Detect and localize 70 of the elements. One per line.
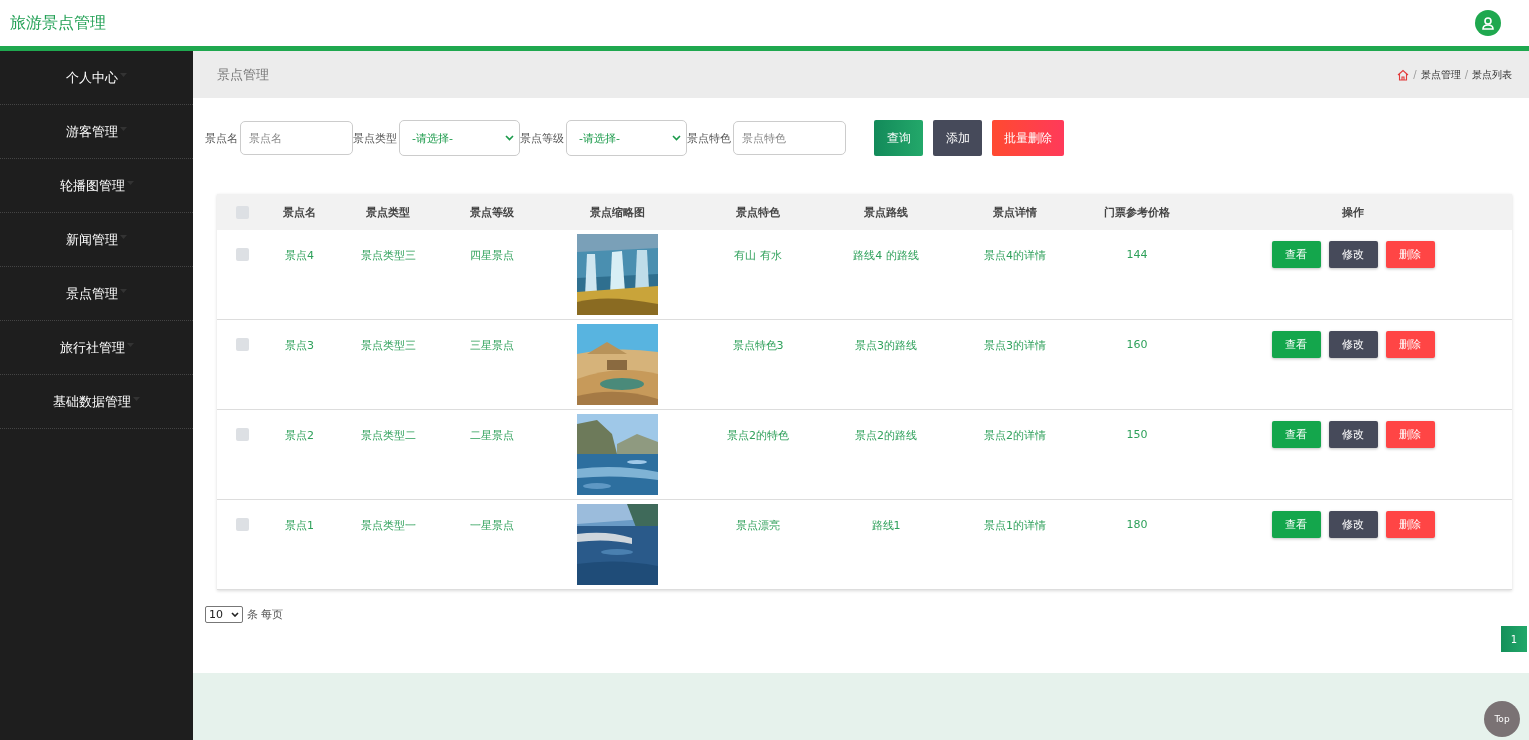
table-cell: 景点特色3 bbox=[732, 338, 784, 353]
column-header: 门票参考价格 bbox=[1104, 204, 1170, 220]
table-cell: 景点2 bbox=[285, 428, 314, 443]
page-size-select[interactable]: 10 bbox=[205, 606, 243, 623]
app-title: 旅游景点管理 bbox=[10, 12, 106, 34]
table-cell: 景点类型二 bbox=[360, 428, 416, 443]
column-header: 景点详情 bbox=[993, 204, 1037, 220]
breadcrumb-link[interactable]: 景点列表 bbox=[1472, 67, 1512, 82]
edit-button[interactable]: 修改 bbox=[1328, 331, 1378, 358]
column-header: 景点类型 bbox=[366, 204, 410, 220]
filter-label: 景点名 bbox=[205, 130, 238, 146]
column-header: 景点等级 bbox=[470, 204, 514, 220]
table-cell: 景点2的详情 bbox=[984, 428, 1046, 443]
home-icon[interactable] bbox=[1397, 68, 1410, 81]
table-cell: 景点2的特色 bbox=[727, 428, 789, 443]
search-button[interactable]: 查询 bbox=[874, 120, 923, 156]
row-checkbox[interactable] bbox=[235, 428, 249, 441]
row-checkbox[interactable] bbox=[235, 338, 249, 351]
back-to-top-button[interactable]: Top bbox=[1484, 701, 1520, 737]
breadcrumb-separator: / bbox=[1464, 69, 1468, 80]
table-cell: 路线4 的路线 bbox=[853, 248, 919, 263]
page-title: 景点管理 bbox=[217, 65, 269, 84]
table-cell: 景点4的详情 bbox=[984, 248, 1046, 263]
table-cell: 景点类型三 bbox=[360, 338, 416, 353]
filter-label: 景点等级 bbox=[520, 130, 564, 146]
row-checkbox[interactable] bbox=[235, 248, 249, 261]
table-cell: 景点3 bbox=[285, 338, 314, 353]
column-header: 景点缩略图 bbox=[589, 204, 645, 220]
filter-label: 景点类型 bbox=[353, 130, 397, 146]
table-cell: 景点漂亮 bbox=[736, 518, 780, 533]
chevron-down-icon bbox=[505, 135, 514, 141]
table-cell: 150 bbox=[1126, 428, 1148, 441]
table-cell: 景点类型一 bbox=[360, 518, 416, 533]
column-header: 景点特色 bbox=[736, 204, 780, 220]
table-cell: 一星景点 bbox=[470, 518, 514, 533]
table-cell: 路线1 bbox=[871, 518, 901, 533]
page-size-label: 条 每页 bbox=[247, 607, 284, 622]
table-cell: 景点3的详情 bbox=[984, 338, 1046, 353]
table-cell: 景点1的详情 bbox=[984, 518, 1046, 533]
user-avatar-icon[interactable] bbox=[1475, 10, 1501, 36]
table-cell: 有山 有水 bbox=[734, 248, 782, 263]
table-cell: 四星景点 bbox=[470, 248, 514, 263]
filter-label: 景点特色 bbox=[687, 130, 731, 146]
table-cell: 景点2的路线 bbox=[855, 428, 917, 443]
page-button[interactable]: 1 bbox=[1501, 626, 1527, 652]
table-cell: 三星景点 bbox=[470, 338, 514, 353]
table-cell: 景点1 bbox=[285, 518, 314, 533]
column-header: 景点路线 bbox=[864, 204, 908, 220]
chevron-down-icon bbox=[672, 135, 681, 141]
table-cell: 二星景点 bbox=[470, 428, 514, 443]
filter-select[interactable]: -请选择- bbox=[566, 120, 687, 156]
edit-button[interactable]: 修改 bbox=[1328, 421, 1378, 448]
table-cell: 160 bbox=[1126, 338, 1148, 351]
table-cell: 景点3的路线 bbox=[855, 338, 917, 353]
table-cell: 180 bbox=[1126, 518, 1148, 531]
breadcrumb-link[interactable]: 景点管理 bbox=[1420, 67, 1461, 82]
add-button[interactable]: 添加 bbox=[933, 120, 982, 156]
filter-input[interactable]: 景点特色 bbox=[733, 121, 846, 155]
filter-input[interactable]: 景点名 bbox=[240, 121, 353, 155]
edit-button[interactable]: 修改 bbox=[1328, 241, 1378, 268]
edit-button[interactable]: 修改 bbox=[1328, 511, 1378, 538]
breadcrumb-separator: / bbox=[1413, 69, 1417, 80]
column-header: 景点名 bbox=[283, 204, 316, 220]
row-checkbox[interactable] bbox=[235, 518, 249, 531]
table-cell: 景点4 bbox=[285, 248, 314, 263]
chevron-down-icon bbox=[231, 612, 239, 617]
table-cell: 景点类型三 bbox=[360, 248, 416, 263]
filter-select[interactable]: -请选择- bbox=[399, 120, 520, 156]
table-cell: 144 bbox=[1126, 248, 1148, 261]
column-header: 操作 bbox=[1342, 204, 1364, 220]
